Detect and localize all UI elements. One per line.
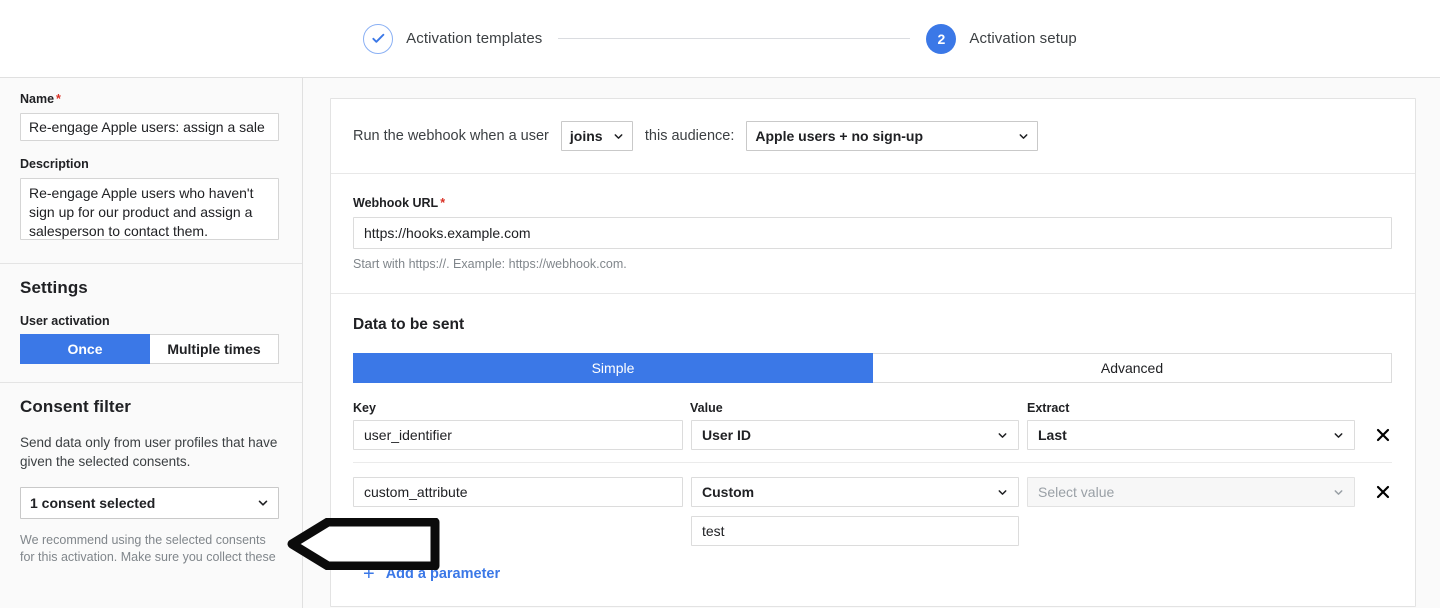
name-label: Name * — [20, 92, 282, 106]
user-activation-option-multiple[interactable]: Multiple times — [150, 334, 279, 364]
plus-icon: + — [363, 563, 375, 585]
step-activation-templates[interactable]: Activation templates — [363, 23, 543, 54]
row-1-value-text: User ID — [702, 427, 752, 443]
trigger-event-select[interactable]: joins — [560, 121, 633, 151]
parameter-column-headers: Key Value Extract — [353, 401, 1393, 415]
row-1-value-cell: User ID — [691, 420, 1019, 450]
step-1-check-circle — [363, 23, 394, 54]
sidebar-section-settings: Settings User activation Once Multiple t… — [0, 264, 302, 383]
trigger-section: Run the webhook when a user joins this a… — [331, 99, 1415, 174]
audience-select[interactable]: Apple users + no sign-up — [746, 121, 1039, 151]
consent-select-value: 1 consent selected — [30, 495, 156, 511]
column-header-extract: Extract — [1027, 401, 1070, 415]
chevron-down-icon — [1333, 487, 1344, 498]
audience-select-value: Apple users + no sign-up — [755, 128, 924, 144]
webhook-url-section: Webhook URL* Start with https://. Exampl… — [331, 174, 1415, 294]
step-2-label: Activation setup — [969, 30, 1077, 47]
step-2-number: 2 — [937, 30, 946, 47]
user-activation-label: User activation — [20, 314, 110, 328]
row-2-custom-value-input[interactable] — [691, 516, 1019, 546]
tab-advanced[interactable]: Advanced — [873, 353, 1392, 383]
left-sidebar: Name* Description Re-engage Apple users … — [0, 78, 303, 608]
row-1-extract-cell: Last — [1027, 420, 1355, 450]
name-required-asterisk: * — [56, 92, 61, 106]
step-2-number-circle: 2 — [926, 23, 957, 54]
parameter-row-divider — [353, 462, 1392, 463]
row-2-value-select[interactable]: Custom — [691, 477, 1019, 507]
main-panel: Run the webhook when a user joins this a… — [303, 78, 1440, 608]
sidebar-section-details: Name* Description Re-engage Apple users … — [0, 78, 302, 264]
row-2-key-input[interactable] — [353, 477, 683, 507]
consent-filter-heading: Consent filter — [20, 397, 131, 416]
row-1-key-cell — [353, 420, 683, 450]
check-icon — [371, 31, 386, 46]
row-2-remove-button[interactable] — [1373, 477, 1393, 507]
stepper-connector — [558, 38, 911, 39]
chevron-down-icon — [613, 131, 624, 142]
table-row: User ID Last — [353, 420, 1393, 450]
row-1-key-input[interactable] — [353, 420, 683, 450]
data-to-be-sent-title: Data to be sent — [353, 316, 465, 333]
chevron-down-icon — [1018, 131, 1029, 142]
user-activation-option-once[interactable]: Once — [20, 334, 150, 364]
webhook-url-label: Webhook URL * — [353, 196, 1393, 210]
row-1-remove-button[interactable] — [1373, 420, 1393, 450]
description-textarea[interactable]: Re-engage Apple users who haven't sign u… — [20, 178, 279, 240]
row-2-extract-placeholder: Select value — [1038, 484, 1115, 500]
row-2-extract-cell: Select value — [1027, 477, 1355, 507]
row-2-value-text: Custom — [702, 484, 755, 500]
chevron-down-icon — [257, 497, 269, 509]
trigger-prefix-text: Run the webhook when a user — [353, 128, 549, 144]
row-1-value-select[interactable]: User ID — [691, 420, 1019, 450]
close-icon — [1376, 428, 1390, 442]
settings-heading: Settings — [20, 278, 88, 297]
webhook-url-label-text: Webhook URL — [353, 196, 439, 210]
add-parameter-label: Add a parameter — [385, 566, 501, 582]
webhook-url-required-asterisk: * — [440, 196, 446, 210]
table-row: Custom Select value — [353, 477, 1393, 546]
step-1-label: Activation templates — [406, 30, 543, 47]
row-2-extract-select[interactable]: Select value — [1027, 477, 1355, 507]
data-to-be-sent-section: Data to be sent Simple Advanced Key Valu… — [331, 294, 1415, 606]
name-label-text: Name — [20, 92, 55, 106]
step-activation-setup[interactable]: 2 Activation setup — [926, 23, 1077, 54]
page-body: Name* Description Re-engage Apple users … — [0, 78, 1440, 608]
chevron-down-icon — [997, 487, 1008, 498]
chevron-down-icon — [1333, 430, 1344, 441]
chevron-down-icon — [997, 430, 1008, 441]
user-activation-toggle-group: Once Multiple times — [20, 334, 279, 364]
add-parameter-button[interactable]: + Add a parameter — [353, 564, 1393, 584]
trigger-middle-text: this audience: — [644, 128, 735, 144]
activation-setup-card: Run the webhook when a user joins this a… — [330, 98, 1416, 607]
trigger-event-value: joins — [569, 128, 603, 144]
wizard-stepper: Activation templates 2 Activation setup — [0, 0, 1440, 78]
row-1-extract-select[interactable]: Last — [1027, 420, 1355, 450]
consent-select[interactable]: 1 consent selected — [20, 487, 279, 519]
description-label: Description — [20, 157, 89, 171]
column-header-value: Value — [690, 401, 723, 415]
sidebar-section-consent-filter: Consent filter Send data only from user … — [0, 383, 302, 584]
row-2-value-cell: Custom — [691, 477, 1019, 546]
data-mode-tabs: Simple Advanced — [353, 353, 1392, 383]
tab-simple[interactable]: Simple — [353, 353, 873, 383]
webhook-url-hint: Start with https://. Example: https://we… — [353, 257, 627, 271]
trigger-row: Run the webhook when a user joins this a… — [353, 121, 1393, 151]
consent-filter-note: We recommend using the selected consents… — [20, 533, 276, 564]
consent-filter-description: Send data only from user profiles that h… — [20, 435, 278, 469]
row-1-extract-text: Last — [1038, 427, 1067, 443]
name-input[interactable] — [20, 113, 279, 141]
webhook-url-input[interactable] — [353, 217, 1392, 249]
activation-setup-page: Activation templates 2 Activation setup … — [0, 0, 1440, 608]
column-header-key: Key — [353, 401, 376, 415]
close-icon — [1376, 485, 1390, 499]
row-2-key-cell — [353, 477, 683, 507]
